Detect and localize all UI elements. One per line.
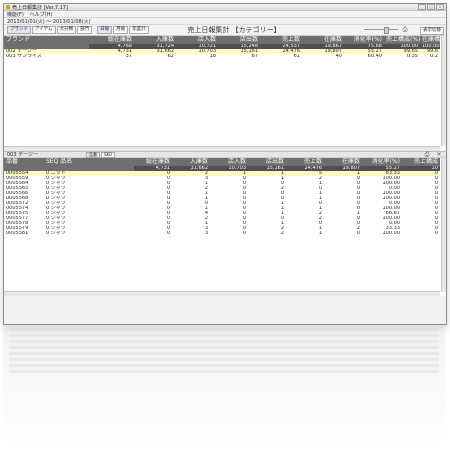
col-header[interactable]: 消化率(%) [344,36,384,44]
print-icon[interactable]: ⎙ [402,27,408,33]
brand-header-row: ブランド 総在庫数 入庫数 店入数 店出数 売上数 在庫数 消化率(%) 売上構… [4,36,440,44]
col-header[interactable]: 在庫数 [324,158,362,166]
tab-category[interactable]: 大分類 [56,26,77,34]
brand-grid: ブランド 総在庫数 入庫数 店入数 店出数 売上数 在庫数 消化率(%) 売上構… [4,36,446,151]
report-title: 売上日報集計 【カテゴリー】 [187,26,281,34]
detail-vertical-scrollbar[interactable] [441,158,446,292]
detail-label: 003 デージー [7,152,39,158]
app-window: 売上日報集計 [Ver.7.17] _ □ × 機能(F) ヘルプ(H) 201… [3,3,447,325]
app-icon [6,5,10,9]
close-button[interactable]: × [436,4,444,10]
col-header[interactable]: 店出数 [218,36,260,44]
window-reflection [3,325,445,445]
col-header[interactable]: 店入数 [210,158,248,166]
cell: 40 [335,54,342,59]
maximize-button[interactable]: □ [427,4,435,10]
zoom-slider[interactable] [364,27,398,34]
cell: 60.40 [367,54,382,59]
table-row[interactable]: 003 サンライズ 37 62 18 87 61 40 60.40 0.35 0… [4,54,440,59]
tab-item[interactable]: アイテム [32,26,56,34]
report-header: ブランド アイテム 大分類 部門 日報 月報 年度計 売上日報集計 【カテゴリー… [4,25,446,36]
tab-monthly[interactable]: 月報 [113,26,129,34]
cell: 37 [125,54,132,59]
menu-help[interactable]: ヘルプ(H) [30,11,53,18]
cell: 1 [318,231,322,236]
cell: 0 シャツ [46,231,66,236]
tab-department[interactable]: 部門 [77,26,93,34]
col-header[interactable]: 総在庫数 [89,36,134,44]
tab-yearly[interactable]: 年度計 [129,26,149,34]
tab-daily[interactable]: 日報 [97,26,113,34]
detail-table: 品番 SEQ 品名 総在庫数 入庫数 店入数 店出数 売上数 在庫数 消化率(%… [4,158,440,236]
cell [114,231,134,236]
col-header[interactable]: 売上数 [286,158,324,166]
table-row[interactable]: 0005581 0 シャツ 0 3 0 2 1 0 100.00 0 [4,231,440,236]
brand-table: ブランド 総在庫数 入庫数 店入数 店出数 売上数 在庫数 消化率(%) 売上構… [4,36,440,59]
col-header[interactable]: 入庫数 [134,36,176,44]
cell: 87 [251,54,258,59]
col-header[interactable]: 店出数 [248,158,286,166]
cell: 0 [242,231,246,236]
cell: 100.00 [382,231,401,236]
cell: 2 [280,231,284,236]
toggle-display-button[interactable]: 表示切替 [420,27,444,35]
menu-function[interactable]: 機能(F) [7,11,24,18]
cell: 62 [167,54,174,59]
cell: 18 [209,54,216,59]
col-header[interactable]: 売上数 [260,36,302,44]
detail-header-row: 品番 SEQ 品名 総在庫数 入庫数 店入数 店出数 売上数 在庫数 消化率(%… [4,158,440,166]
col-header[interactable]: 品番 [4,158,44,166]
col-header[interactable]: ブランド [4,36,89,44]
col-header[interactable]: 消化率(%) [362,158,402,166]
cell: 0 [434,231,438,236]
brand-vertical-scrollbar[interactable] [441,36,446,146]
col-header[interactable]: 店入数 [176,36,218,44]
detail-rows: 0005554 0 ニット 0 2 1 1 5 1 83.33 0 0005559 0 シャツ 0 3 0 1… [4,171,440,236]
col-header[interactable]: SEQ 品名 [44,158,114,166]
cell: 0 [166,231,170,236]
date-range: 2013/01/01(火) ～ 2013/01/08(火) [7,18,91,25]
detail-grid: 品番 SEQ 品名 総在庫数 入庫数 店入数 店出数 売上数 在庫数 消化率(%… [4,158,446,296]
col-header[interactable]: 入庫数 [172,158,210,166]
detail-header: 003 デージー 品番 SKU ⎙ × [4,151,446,158]
col-header[interactable]: 総在庫数 [134,158,172,166]
cell: 0005581 [6,231,29,236]
col-header[interactable]: 在庫構成(%) [420,36,440,44]
window-title: 売上日報集計 [Ver.7.17] [12,4,68,11]
tab-brand[interactable]: ブランド [7,26,31,34]
col-header[interactable]: 売上構成 [402,158,440,166]
title-bar: 売上日報集計 [Ver.7.17] _ □ × [4,4,446,11]
col-header[interactable]: 在庫数 [302,36,344,44]
col-header[interactable]: 売上構成(%) [384,36,420,44]
minimize-button[interactable]: _ [418,4,426,10]
detail-horizontal-scrollbar[interactable] [4,291,440,296]
cell: 3 [204,231,208,236]
cell: 61 [293,54,300,59]
slider-knob[interactable] [384,27,389,34]
cell: 0 [356,231,360,236]
cell: 0.2 [430,54,438,59]
cell: 0.35 [406,54,418,59]
toolbar: 2013/01/01(火) ～ 2013/01/08(火) [4,18,446,25]
col-header [114,158,134,166]
cell: 003 サンライズ [6,54,42,59]
